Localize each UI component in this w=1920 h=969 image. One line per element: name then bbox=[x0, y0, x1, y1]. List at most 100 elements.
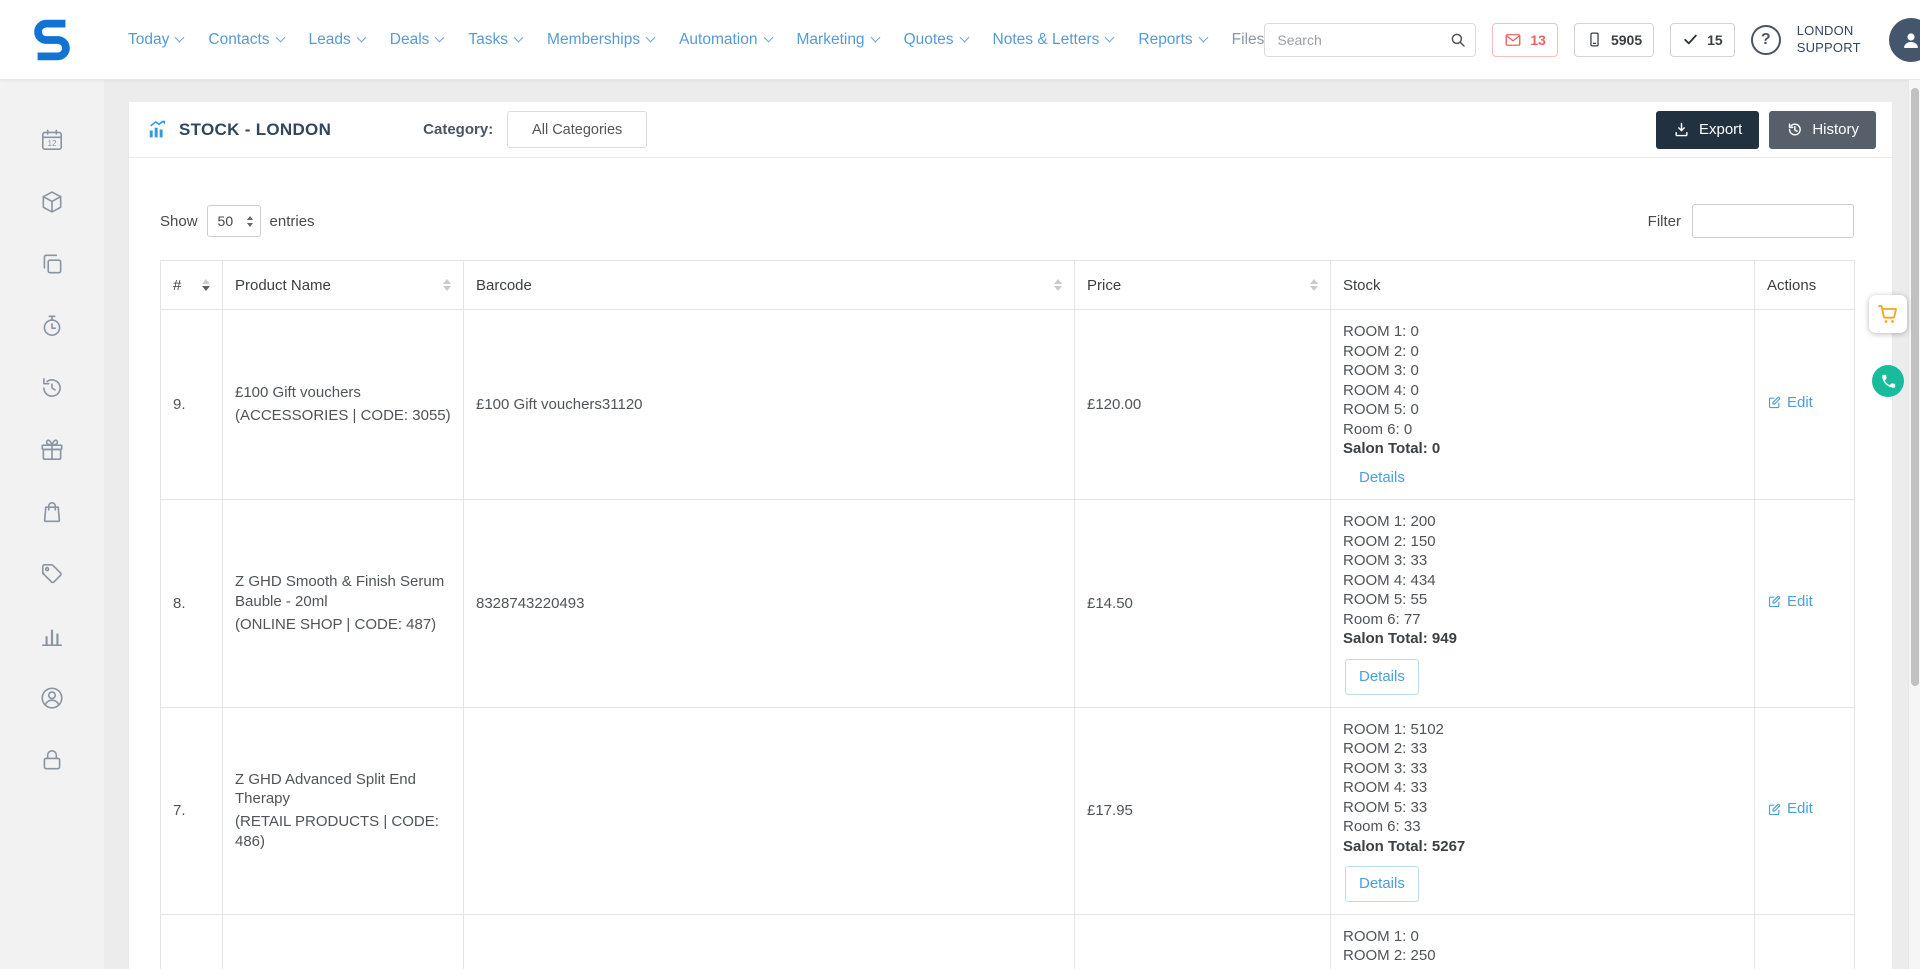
history-icon bbox=[39, 375, 65, 401]
phone-widget-button[interactable] bbox=[1872, 365, 1904, 397]
sidebar-item-stopwatch[interactable] bbox=[38, 312, 66, 340]
sidebar-item-lock[interactable] bbox=[38, 746, 66, 774]
edit-label: Edit bbox=[1787, 393, 1813, 413]
column-header-actions[interactable]: Actions bbox=[1755, 261, 1855, 310]
menu-item-label: Contacts bbox=[208, 31, 269, 49]
chevron-down-icon bbox=[435, 33, 445, 43]
filter-group: Filter bbox=[1648, 204, 1854, 238]
search-box[interactable] bbox=[1264, 23, 1476, 57]
menu-files[interactable]: Files bbox=[1232, 31, 1265, 49]
menu-item-label: Marketing bbox=[797, 31, 865, 49]
category-label: Category: bbox=[423, 121, 493, 138]
column-header-label: Actions bbox=[1767, 277, 1816, 294]
sidebar-item-gift[interactable] bbox=[38, 436, 66, 464]
menu-marketing[interactable]: Marketing bbox=[797, 31, 879, 49]
sidebar-item-history[interactable] bbox=[38, 374, 66, 402]
sidebar-item-account[interactable] bbox=[38, 684, 66, 712]
category-value: All Categories bbox=[532, 122, 622, 138]
menu-leads[interactable]: Leads bbox=[309, 31, 365, 49]
table-row: 9. £100 Gift vouchers (ACCESSORIES | COD… bbox=[161, 310, 1855, 500]
stock-card: STOCK - LONDON Category: All Categories … bbox=[129, 102, 1892, 969]
table-row: 8. Z GHD Smooth & Finish Serum Bauble - … bbox=[161, 500, 1855, 707]
app-logo-icon[interactable] bbox=[28, 15, 76, 65]
menu-tasks[interactable]: Tasks bbox=[468, 31, 522, 49]
salon-total: Salon Total: 5267 bbox=[1343, 837, 1742, 857]
price-value bbox=[1075, 914, 1331, 969]
stock-cell: ROOM 1: 0ROOM 2: 0ROOM 3: 0ROOM 4: 0ROOM… bbox=[1331, 310, 1755, 500]
sidebar-item-tag[interactable] bbox=[38, 560, 66, 588]
package-icon bbox=[39, 189, 65, 215]
sidebar-item-bar-chart[interactable] bbox=[38, 622, 66, 650]
sidebar-item-copy[interactable] bbox=[38, 250, 66, 278]
menu-deals[interactable]: Deals bbox=[390, 31, 444, 49]
column-header-number[interactable]: # bbox=[161, 261, 223, 310]
edit-button[interactable]: Edit bbox=[1767, 393, 1813, 413]
sidebar-item-calendar[interactable] bbox=[38, 126, 66, 154]
stock-lines: ROOM 1: 0ROOM 2: 250ROOM 3: 248ROOM 4: 2… bbox=[1343, 927, 1742, 969]
category-select[interactable]: All Categories bbox=[507, 111, 647, 148]
menu-item-label: Memberships bbox=[547, 31, 640, 49]
calls-badge[interactable]: 5905 bbox=[1574, 23, 1654, 57]
details-button[interactable]: Details bbox=[1359, 468, 1405, 488]
stock-chart-icon bbox=[147, 119, 169, 141]
account-name: LONDON SUPPORT bbox=[1797, 23, 1873, 57]
stock-line: ROOM 3: 0 bbox=[1343, 361, 1742, 381]
product-name: Z GHD Smooth & Finish Serum Bauble - 20m… bbox=[235, 572, 451, 612]
column-header-price[interactable]: Price bbox=[1075, 261, 1331, 310]
edit-button[interactable]: Edit bbox=[1767, 799, 1813, 819]
messages-badge[interactable]: 13 bbox=[1492, 23, 1558, 57]
chevron-down-icon bbox=[646, 33, 656, 43]
stock-line: ROOM 5: 55 bbox=[1343, 590, 1742, 610]
scrollbar-thumb[interactable] bbox=[1911, 88, 1919, 686]
copy-icon bbox=[39, 251, 65, 277]
sort-arrows-icon bbox=[1310, 279, 1318, 291]
gift-icon bbox=[39, 437, 65, 463]
help-icon[interactable]: ? bbox=[1751, 25, 1781, 55]
avatar[interactable] bbox=[1889, 18, 1920, 62]
filter-input[interactable] bbox=[1692, 204, 1854, 238]
stock-table: # Product Name Barcode Price bbox=[160, 260, 1855, 969]
column-header-barcode[interactable]: Barcode bbox=[464, 261, 1075, 310]
barcode-value: 8328743220493 bbox=[464, 500, 1075, 707]
history-button[interactable]: History bbox=[1769, 111, 1876, 149]
stock-cell: ROOM 1: 200ROOM 2: 150ROOM 3: 33ROOM 4: … bbox=[1331, 500, 1755, 707]
sidebar-item-shopping-bag[interactable] bbox=[38, 498, 66, 526]
search-input[interactable] bbox=[1277, 32, 1449, 48]
stock-line: ROOM 2: 150 bbox=[1343, 532, 1742, 552]
column-header-product-name[interactable]: Product Name bbox=[223, 261, 464, 310]
page-title: STOCK - LONDON bbox=[179, 120, 331, 140]
menu-today[interactable]: Today bbox=[128, 31, 183, 49]
salon-total: Salon Total: 0 bbox=[1343, 439, 1742, 459]
column-header-stock[interactable]: Stock bbox=[1331, 261, 1755, 310]
sidebar-item-package[interactable] bbox=[38, 188, 66, 216]
checks-badge[interactable]: 15 bbox=[1670, 23, 1735, 57]
menu-reports[interactable]: Reports bbox=[1138, 31, 1206, 49]
product-meta: (ONLINE SHOP | CODE: 487) bbox=[235, 615, 451, 635]
lock-icon bbox=[39, 747, 65, 773]
chevron-down-icon bbox=[763, 33, 773, 43]
details-button[interactable]: Details bbox=[1345, 866, 1419, 902]
page-scrollbar[interactable] bbox=[1908, 80, 1920, 969]
page-size-select[interactable]: 50 bbox=[207, 205, 261, 237]
menu-memberships[interactable]: Memberships bbox=[547, 31, 654, 49]
menu-notes-letters[interactable]: Notes & Letters bbox=[993, 31, 1114, 49]
column-header-label: Price bbox=[1087, 277, 1121, 294]
chevron-down-icon bbox=[959, 33, 969, 43]
stock-line: ROOM 2: 0 bbox=[1343, 342, 1742, 362]
product-name: Z GHD Advanced Split End Therapy bbox=[235, 770, 451, 810]
stock-cell: ROOM 1: 5102ROOM 2: 33ROOM 3: 33ROOM 4: … bbox=[1331, 707, 1755, 914]
chevron-down-icon bbox=[870, 33, 880, 43]
details-button[interactable]: Details bbox=[1345, 659, 1419, 695]
edit-button[interactable]: Edit bbox=[1767, 592, 1813, 612]
export-button[interactable]: Export bbox=[1656, 111, 1759, 149]
menu-item-label: Notes & Letters bbox=[993, 31, 1100, 49]
menu-automation[interactable]: Automation bbox=[679, 31, 771, 49]
stock-line: ROOM 3: 33 bbox=[1343, 759, 1742, 779]
search-icon[interactable] bbox=[1449, 31, 1467, 49]
cart-widget-button[interactable] bbox=[1869, 295, 1907, 333]
salon-total: Salon Total: 949 bbox=[1343, 629, 1742, 649]
menu-quotes[interactable]: Quotes bbox=[904, 31, 968, 49]
menu-contacts[interactable]: Contacts bbox=[208, 31, 283, 49]
actions-cell: Edit bbox=[1755, 707, 1855, 914]
stock-cell: ROOM 1: 0ROOM 2: 250ROOM 3: 248ROOM 4: 2… bbox=[1331, 914, 1755, 969]
